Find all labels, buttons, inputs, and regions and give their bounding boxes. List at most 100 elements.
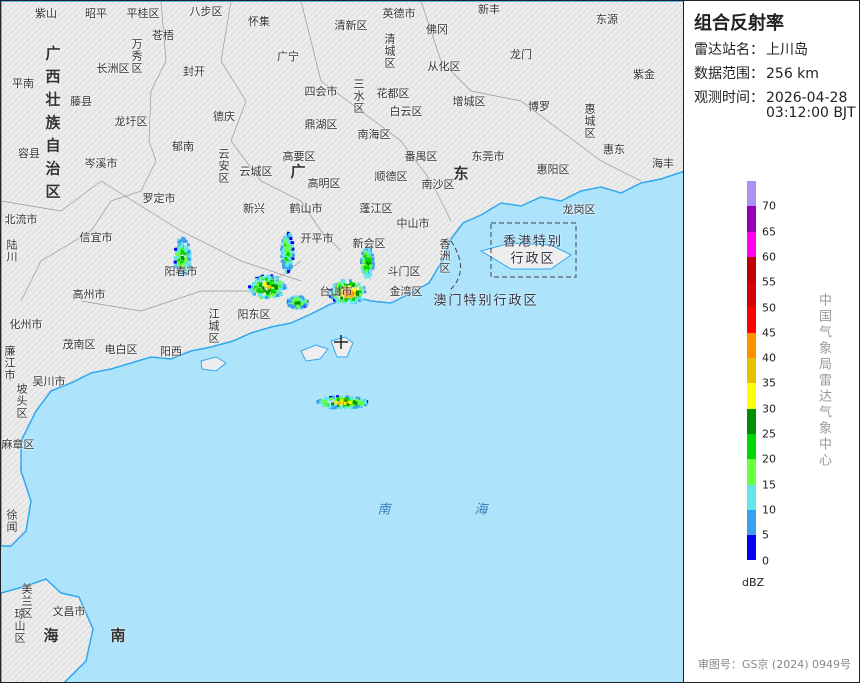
place-label: 龙圩区 (114, 115, 148, 128)
echo-pixel (279, 287, 283, 291)
place-label: 阳春市 (164, 265, 198, 278)
place-label: 蓬江区 (359, 202, 393, 215)
place-label: 斗门区 (387, 265, 421, 278)
echo-pixel (297, 301, 301, 305)
echo-pixel (349, 401, 353, 405)
echo-pixel (295, 297, 299, 301)
place-label: 云城区 (239, 165, 273, 178)
legend-tick: 30 (762, 402, 776, 416)
legend-tick: 60 (762, 250, 776, 264)
place-label: 云安区 (217, 148, 230, 184)
echo-pixel (364, 274, 368, 278)
echo-pixel (300, 305, 304, 309)
place-label: 惠东 (603, 143, 625, 156)
sea-label: 海 (474, 502, 488, 518)
echo-pixel (361, 270, 365, 274)
echo-pixel (275, 277, 279, 281)
station-row: 雷达站名： 上川岛 (694, 39, 808, 59)
place-label: 岑溪市 (84, 157, 118, 170)
legend-tick: 15 (762, 478, 776, 492)
place-label: 苍梧 (152, 29, 174, 42)
echo-pixel (296, 304, 300, 308)
echo-pixel (361, 257, 365, 261)
echo-pixel (289, 260, 293, 264)
echo-pixel (276, 294, 279, 297)
echo-pixel (370, 253, 374, 257)
echo-pixel (340, 398, 344, 402)
echo-pixel (257, 287, 261, 291)
radar-map[interactable]: 紫山 昭平 平桂区 八步区 怀集 清新区 英德市 新丰 东源 佛冈 苍梧 万秀区 长洲区 封开 广宁 清城区从… (0, 0, 684, 683)
place-label: 佛冈 (426, 23, 448, 36)
echo-pixel (359, 292, 363, 296)
echo-pixel (289, 251, 293, 255)
echo-pixel (359, 286, 362, 290)
echo-pixel (271, 279, 274, 283)
province-label: 广西壮族自治区 (43, 45, 62, 207)
place-label: 龙岗区 (562, 203, 596, 216)
legend-band (747, 535, 756, 561)
echo-pixel (265, 296, 269, 299)
place-label: 从化区 (427, 60, 461, 73)
echo-pixel (259, 281, 263, 285)
echo-pixel (258, 278, 262, 282)
echo-pixel (267, 276, 271, 280)
legend-band (747, 484, 756, 510)
legend-band (747, 282, 756, 308)
echo-pixel (363, 265, 367, 269)
place-label: 长洲区 (96, 62, 130, 75)
place-label: 三水区 (352, 78, 365, 114)
place-label: 高明区 (307, 177, 341, 190)
echo-pixel (329, 397, 333, 401)
echo-pixel (331, 406, 335, 410)
sar-label: 澳门特别行政区 (433, 293, 539, 309)
echo-pixel (346, 397, 350, 401)
echo-pixel (371, 257, 375, 261)
echo-pixel (337, 398, 341, 402)
legend-band (747, 408, 756, 434)
echo-pixel (322, 403, 326, 407)
place-label: 海丰 (652, 157, 674, 170)
credit-text: 中国气象局雷达气象中心 (816, 293, 831, 469)
echo-pixel (266, 290, 269, 294)
echo-pixel (290, 241, 294, 245)
echo-pixel (288, 299, 292, 303)
echo-pixel (251, 283, 255, 287)
date-value: 2026-04-28 (766, 90, 848, 106)
place-label: 坡头区 (15, 383, 28, 419)
place-label: 新兴 (243, 202, 265, 215)
info-panel: 组合反射率 雷达站名： 上川岛 数据范围： 256 km 观测时间： 2026-04-… (684, 0, 860, 683)
place-label: 怀集 (248, 15, 270, 28)
echo-pixel (363, 251, 367, 255)
echo-pixel (360, 402, 364, 406)
echo-pixel (364, 270, 368, 273)
legend-unit: dBZ (742, 576, 765, 589)
place-label: 江城区 (207, 308, 220, 344)
place-label: 文昌市 (52, 605, 86, 618)
place-label: 博罗 (528, 100, 550, 113)
echo-pixel (186, 243, 190, 247)
legend-band (747, 206, 756, 232)
place-label: 吴川市 (32, 375, 66, 388)
legend-tick: 20 (762, 452, 776, 466)
legend-tick: 35 (762, 376, 776, 390)
echo-pixel (355, 398, 359, 402)
place-label: 金湾区 (389, 285, 423, 298)
echo-pixel (271, 276, 275, 280)
echo-pixel (286, 244, 290, 248)
echo-pixel (175, 253, 179, 256)
color-legend (747, 181, 756, 561)
range-value: 256 km (766, 66, 819, 82)
mainland (1, 1, 683, 547)
echo-pixel (350, 396, 354, 400)
echo-pixel (316, 400, 320, 403)
echo-pixel (262, 295, 266, 299)
echo-pixel (248, 285, 252, 289)
place-label: 徐闻 (5, 509, 18, 533)
place-label: 高州市 (72, 288, 106, 301)
echo-pixel (298, 298, 302, 301)
place-label: 德庆 (213, 110, 235, 123)
legend-band (747, 433, 756, 460)
echo-pixel (342, 301, 346, 305)
legend-band (747, 307, 756, 333)
echo-pixel (364, 401, 368, 405)
